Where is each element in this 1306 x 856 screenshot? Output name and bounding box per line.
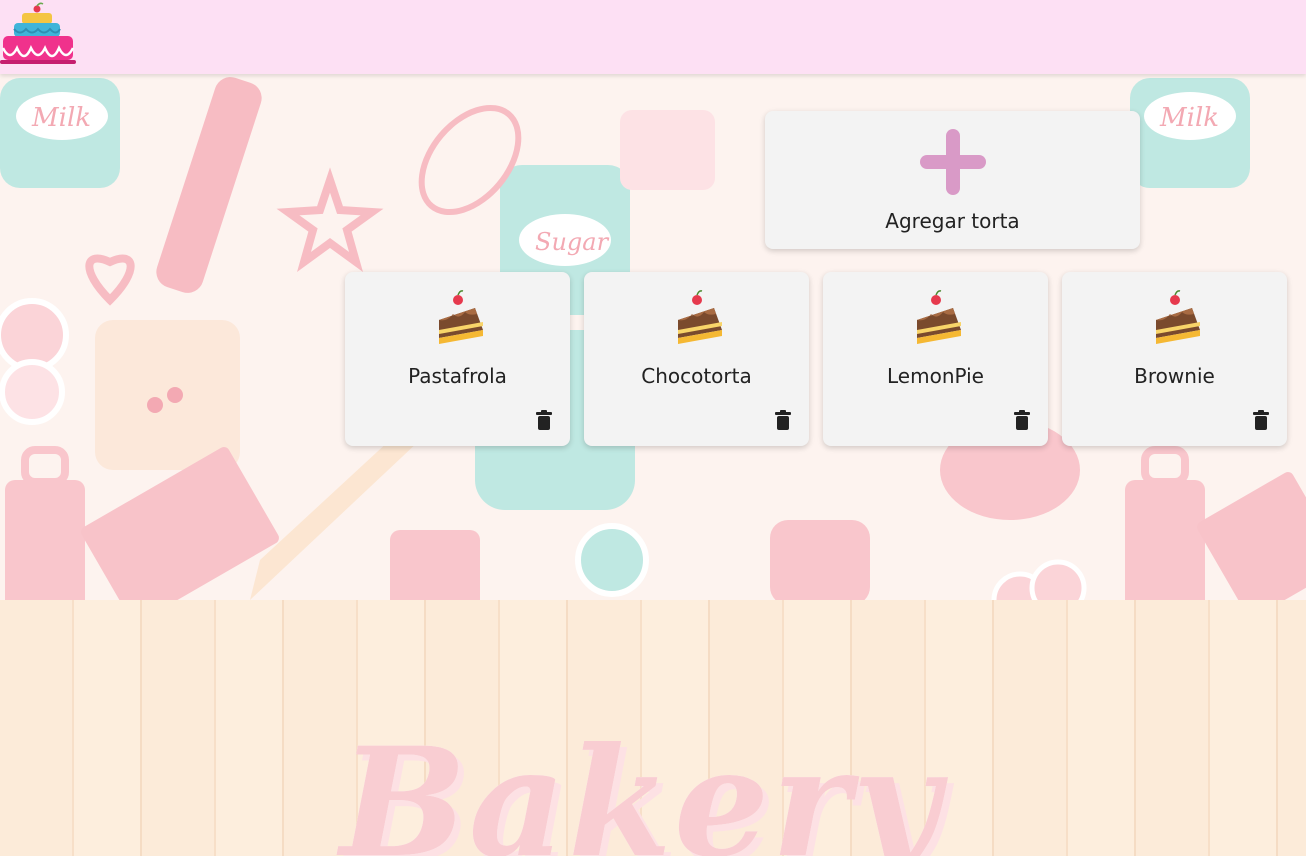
cake-name: Brownie — [1134, 364, 1215, 388]
cake-slice-icon — [916, 290, 961, 344]
trash-icon[interactable] — [1253, 410, 1269, 430]
cake-name: LemonPie — [887, 364, 984, 388]
svg-text:Milk: Milk — [1159, 103, 1219, 133]
trash-icon[interactable] — [536, 410, 552, 430]
cake-slice-icon — [677, 290, 722, 344]
cake-slice-icon — [1155, 290, 1200, 344]
bakery-watermark: Bakery — [340, 715, 942, 856]
cake-name: Pastafrola — [408, 364, 507, 388]
cake-card[interactable]: LemonPie — [823, 272, 1048, 446]
milk-jug-icon: Milk — [0, 78, 120, 188]
cake-name: Chocotorta — [641, 364, 752, 388]
svg-text:Milk: Milk — [31, 103, 91, 133]
add-cake-label: Agregar torta — [885, 209, 1020, 233]
trash-icon[interactable] — [775, 410, 791, 430]
cake-card[interactable]: Pastafrola — [345, 272, 570, 446]
lime-slice-icon — [575, 523, 649, 597]
svg-text:Sugar: Sugar — [535, 228, 610, 256]
top-bar — [0, 0, 1306, 74]
lemon-slice-icon — [0, 298, 69, 372]
lemon-slice-icon — [0, 359, 65, 425]
milk-jug-icon: Milk — [1130, 78, 1250, 188]
cupcake-icon — [620, 110, 715, 190]
layered-cake-logo-icon[interactable] — [0, 2, 76, 70]
add-cake-button[interactable]: Agregar torta — [765, 111, 1140, 249]
cake-card[interactable]: Chocotorta — [584, 272, 809, 446]
cake-card[interactable]: Brownie — [1062, 272, 1287, 446]
cake-slice-icon — [438, 290, 483, 344]
cupcake-icon — [390, 530, 480, 610]
coffee-cup-icon — [770, 520, 870, 605]
plus-icon — [919, 129, 986, 195]
trash-icon[interactable] — [1014, 410, 1030, 430]
